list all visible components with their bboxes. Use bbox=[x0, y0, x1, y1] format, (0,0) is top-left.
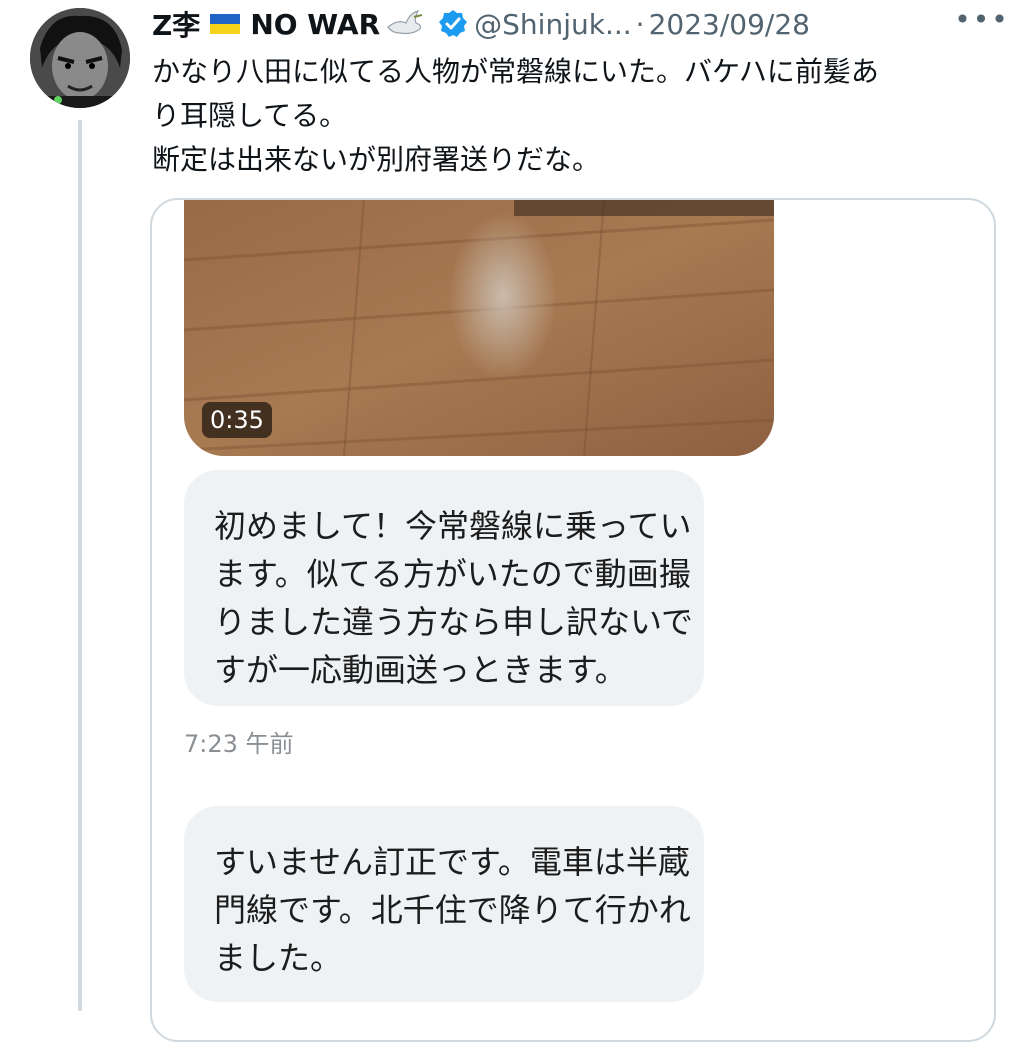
message-line: ました。 bbox=[214, 939, 343, 977]
author-name[interactable]: Z李 bbox=[152, 4, 200, 44]
author-name-suffix[interactable]: NO WAR bbox=[250, 8, 380, 41]
tweet-text-line: り耳隠してる。 bbox=[152, 99, 348, 132]
message-line: 門線です。北千住で降りて行かれ bbox=[214, 891, 691, 929]
message-line: ます。似てる方がいたので動画撮 bbox=[214, 555, 691, 593]
video-frame-image bbox=[184, 200, 774, 456]
media-card[interactable]: 0:35 初めまして！今常磐線に乗ってい ます。似てる方がいたので動画撮 りまし… bbox=[150, 198, 996, 1042]
message-line: すいません訂正です。電車は半蔵 bbox=[214, 843, 690, 881]
dove-icon bbox=[387, 10, 423, 35]
video-thumbnail[interactable]: 0:35 bbox=[184, 200, 774, 456]
more-horizontal-icon: ••• bbox=[954, 2, 1010, 36]
message-bubble: 初めまして！今常磐線に乗ってい ます。似てる方がいたので動画撮 りました違う方な… bbox=[184, 470, 704, 706]
thread-connector-line bbox=[78, 120, 82, 1011]
message-line: りました違う方なら申し訳ないで bbox=[214, 603, 694, 641]
message-timestamp: 7:23 午前 bbox=[184, 730, 294, 758]
video-duration-badge: 0:35 bbox=[202, 402, 272, 438]
message-bubble: すいません訂正です。電車は半蔵 門線です。北千住で降りて行かれ ました。 bbox=[184, 806, 704, 1002]
message-line: 初めまして！今常磐線に乗ってい bbox=[214, 507, 692, 545]
tweet-date[interactable]: 2023/09/28 bbox=[649, 8, 810, 41]
verified-badge-icon bbox=[439, 10, 468, 37]
profile-image bbox=[30, 8, 130, 108]
ukraine-flag-icon bbox=[210, 14, 241, 34]
author-handle[interactable]: @Shinjuk... bbox=[474, 8, 632, 41]
tweet-text-line: 断定は出来ないが別府署送りだな。 bbox=[152, 143, 601, 176]
separator-dot: · bbox=[635, 7, 645, 41]
more-options-button[interactable]: ••• bbox=[954, 3, 1008, 36]
avatar[interactable] bbox=[30, 8, 130, 108]
tweet-header: Z李 NO WAR @Shinjuk... · 2023/09/28 bbox=[152, 4, 1024, 44]
tweet-text-line: かなり八田に似てる人物が常磐線にいた。バケハに前髪あ bbox=[152, 55, 879, 88]
message-line: すが一応動画送っときます。 bbox=[214, 651, 627, 689]
tweet-text: かなり八田に似てる人物が常磐線にいた。バケハに前髪あ り耳隠してる。 断定は出来… bbox=[152, 50, 1002, 182]
